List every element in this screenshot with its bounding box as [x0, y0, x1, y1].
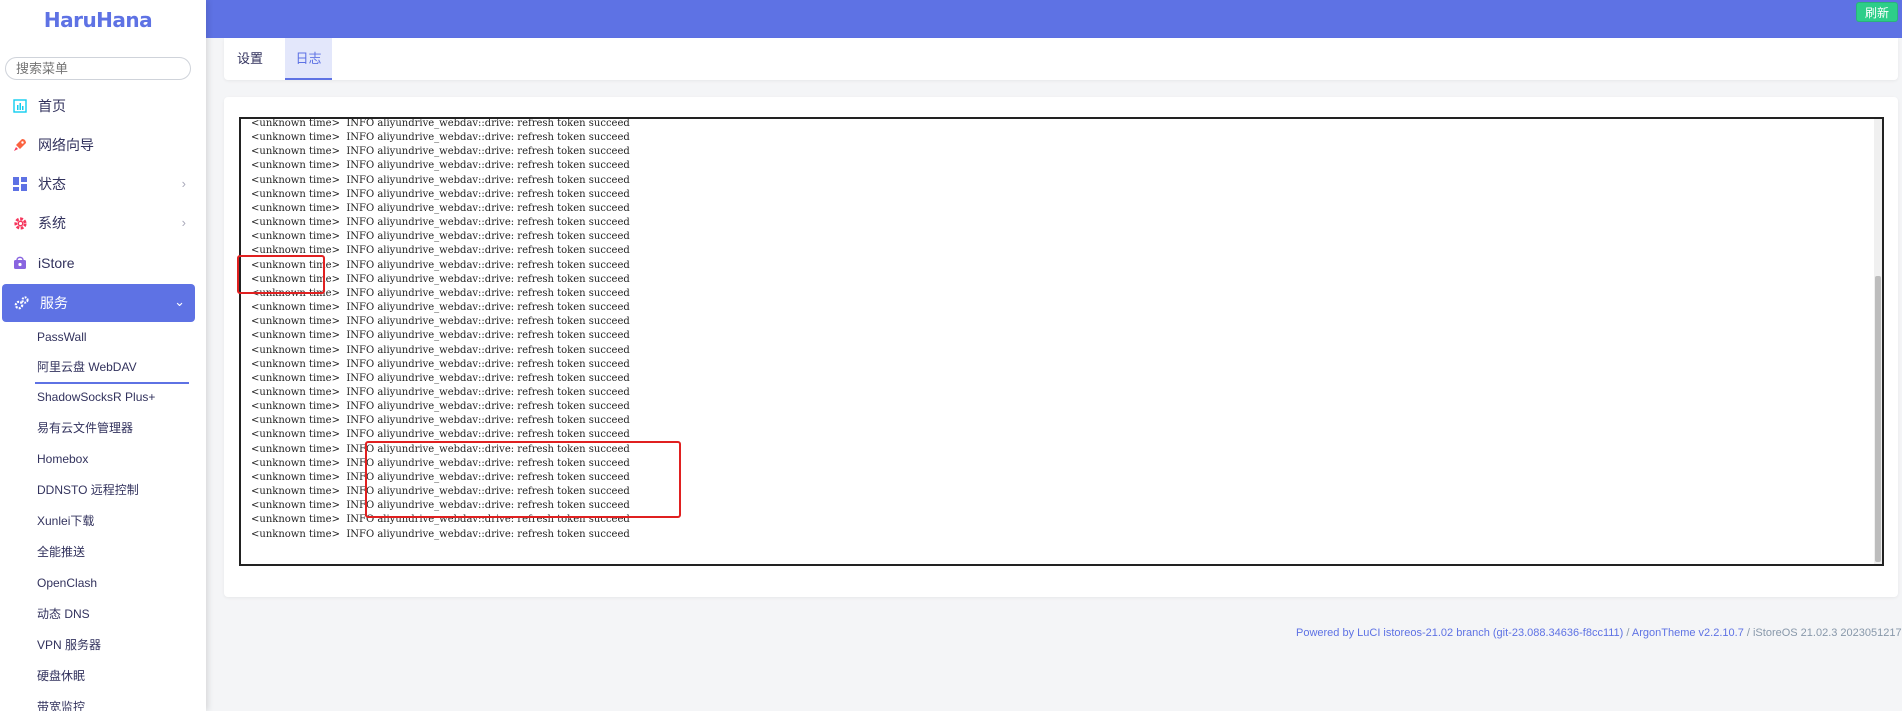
chevron-right-icon: › — [181, 176, 186, 191]
submenu-item[interactable]: 硬盘休眠 — [37, 666, 85, 686]
sidebar-item-label: 首页 — [38, 98, 66, 114]
rocket-icon — [12, 137, 28, 153]
sidebar-item-status[interactable]: 状态 › — [0, 166, 196, 202]
footer-separator: / — [1623, 627, 1632, 639]
sidebar-item-label: 状态 — [38, 176, 66, 192]
sidebar-item-wizard[interactable]: 网络向导 — [0, 127, 196, 163]
submenu-item[interactable]: OpenClash — [37, 573, 97, 593]
submenu-item[interactable]: 动态 DNS — [37, 604, 90, 624]
sidebar-item-system[interactable]: 系统 › — [0, 205, 196, 241]
scrollbar-thumb[interactable] — [1875, 276, 1881, 562]
dashboard-icon — [12, 176, 28, 192]
chart-icon — [12, 98, 28, 114]
footer-separator: / — [1743, 627, 1753, 639]
tab-log[interactable]: 日志 — [285, 38, 332, 80]
log-line: <unknown time> INFO aliyundrive_webdav::… — [251, 217, 630, 229]
sidebar-item-label: iStore — [38, 255, 75, 271]
submenu-item[interactable]: Homebox — [37, 449, 88, 469]
log-line: <unknown time> INFO aliyundrive_webdav::… — [251, 401, 630, 413]
submenu-item[interactable]: 易有云文件管理器 — [37, 418, 133, 438]
sidebar-item-label: 服务 — [40, 295, 68, 311]
log-line: <unknown time> INFO aliyundrive_webdav::… — [251, 358, 630, 370]
active-submenu-indicator — [35, 382, 189, 384]
sidebar-item-home[interactable]: 首页 — [0, 88, 196, 124]
sidebar: HaruHana 首页 网络向导 状态 › 系统 › iStore — [0, 0, 206, 711]
log-line: <unknown time> INFO aliyundrive_webdav::… — [251, 202, 630, 214]
highlight-box-timestamps — [237, 255, 325, 294]
log-line: <unknown time> INFO aliyundrive_webdav::… — [251, 146, 630, 158]
chevron-right-icon: › — [181, 215, 186, 230]
log-card: <unknown time> INFO aliyundrive_webdav::… — [224, 97, 1898, 597]
log-line: <unknown time> INFO aliyundrive_webdav::… — [251, 372, 630, 384]
submenu-item[interactable]: Xunlei下载 — [37, 511, 94, 531]
search-menu-input[interactable] — [5, 57, 191, 80]
refresh-button[interactable]: 刷新 — [1856, 2, 1898, 22]
submenu-item[interactable]: 阿里云盘 WebDAV — [37, 357, 137, 377]
log-line: <unknown time> INFO aliyundrive_webdav::… — [251, 302, 630, 314]
log-line: <unknown time> INFO aliyundrive_webdav::… — [251, 174, 630, 186]
log-line: <unknown time> INFO aliyundrive_webdav::… — [251, 330, 630, 342]
tabs-bar: 设置 日志 — [224, 38, 1898, 80]
brand-logo: HaruHana — [43, 8, 153, 32]
log-line: <unknown time> INFO aliyundrive_webdav::… — [251, 344, 630, 356]
tab-settings[interactable]: 设置 — [224, 38, 276, 80]
footer-theme-link[interactable]: ArgonTheme v2.2.10.7 — [1632, 627, 1744, 639]
log-line: <unknown time> INFO aliyundrive_webdav::… — [251, 528, 630, 540]
log-line: <unknown time> INFO aliyundrive_webdav::… — [251, 415, 630, 427]
submenu-item[interactable]: PassWall — [37, 327, 87, 347]
footer-luci-link[interactable]: Powered by LuCI istoreos-21.02 branch (g… — [1296, 627, 1623, 639]
log-line: <unknown time> INFO aliyundrive_webdav::… — [251, 316, 630, 328]
footer: Powered by LuCI istoreos-21.02 branch (g… — [1296, 627, 1902, 639]
sidebar-item-label: 系统 — [38, 215, 66, 231]
scrollbar[interactable] — [1874, 119, 1882, 564]
submenu-item[interactable]: DDNSTO 远程控制 — [37, 480, 139, 500]
log-line: <unknown time> INFO aliyundrive_webdav::… — [251, 231, 630, 243]
top-header: 刷新 — [206, 0, 1902, 38]
highlight-box-messages — [365, 441, 681, 518]
log-line: <unknown time> INFO aliyundrive_webdav::… — [251, 188, 630, 200]
gear-icon — [12, 215, 28, 231]
submenu-item[interactable]: 全能推送 — [37, 542, 85, 562]
submenu-item[interactable]: VPN 服务器 — [37, 635, 101, 655]
sidebar-item-label: 网络向导 — [38, 137, 94, 153]
gears-icon — [14, 295, 30, 311]
footer-os-version: iStoreOS 21.02.3 2023051217 — [1752, 627, 1902, 639]
chevron-down-icon: ⌄ — [174, 294, 185, 309]
sidebar-item-istore[interactable]: iStore — [0, 245, 196, 281]
submenu-item[interactable]: ShadowSocksR Plus+ — [37, 387, 155, 407]
sidebar-item-services[interactable]: 服务 ⌄ — [2, 284, 195, 322]
log-line: <unknown time> INFO aliyundrive_webdav::… — [251, 118, 630, 129]
log-line: <unknown time> INFO aliyundrive_webdav::… — [251, 160, 630, 172]
submenu-item[interactable]: 带宽监控 — [37, 697, 85, 711]
store-bag-icon — [12, 255, 28, 271]
log-line: <unknown time> INFO aliyundrive_webdav::… — [251, 132, 630, 144]
log-line: <unknown time> INFO aliyundrive_webdav::… — [251, 386, 630, 398]
